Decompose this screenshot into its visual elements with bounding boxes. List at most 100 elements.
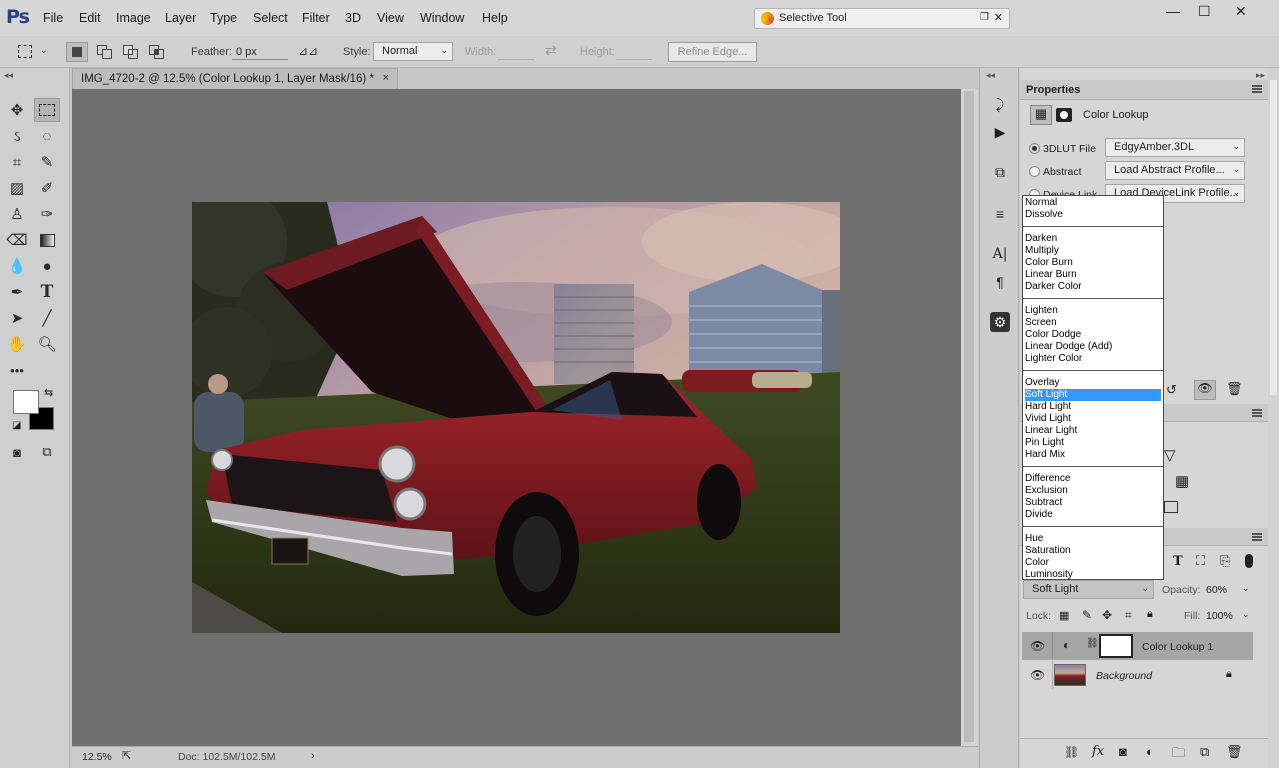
menu-view[interactable]: View bbox=[377, 11, 404, 25]
scrollbar-thumb[interactable] bbox=[964, 91, 974, 742]
type-filter-icon[interactable]: T bbox=[1173, 554, 1183, 569]
screen-mode-icon[interactable]: ⧉ bbox=[34, 440, 60, 464]
quick-select-tool-icon[interactable]: ◌ bbox=[34, 124, 60, 148]
blend-option[interactable]: Subtract bbox=[1025, 497, 1161, 509]
lock-pixels-icon[interactable]: ✎ bbox=[1082, 608, 1092, 622]
adjustment-grid-icon[interactable]: ▦ bbox=[1030, 105, 1052, 125]
shape-filter-icon[interactable]: ⛶ bbox=[1196, 553, 1205, 569]
blend-option[interactable]: Linear Dodge (Add) bbox=[1025, 341, 1161, 353]
actions-icon[interactable]: ▶ bbox=[990, 122, 1010, 142]
clone-source-icon[interactable]: ⧉ bbox=[990, 162, 1010, 182]
expand-icon[interactable]: ◂◂ bbox=[986, 70, 995, 81]
blend-option[interactable]: Pin Light bbox=[1025, 437, 1161, 449]
foreground-color-swatch[interactable] bbox=[13, 390, 39, 414]
visibility-icon[interactable]: 👁︎ bbox=[1194, 380, 1216, 400]
blend-option[interactable]: Hue bbox=[1025, 533, 1161, 545]
abstract-select[interactable]: Load Abstract Profile... ⌄ bbox=[1105, 161, 1245, 180]
blend-option[interactable]: Hard Light bbox=[1025, 401, 1161, 413]
panel-menu-icon[interactable] bbox=[1252, 409, 1262, 417]
chevron-down-icon[interactable]: ⌄ bbox=[1242, 609, 1250, 620]
refine-edge-button[interactable]: Refine Edge... bbox=[668, 42, 757, 62]
selective-tool-window[interactable]: Selective Tool ❐ ✕ bbox=[754, 8, 1010, 29]
blend-option[interactable]: Difference bbox=[1025, 473, 1161, 485]
blend-option[interactable]: Multiply bbox=[1025, 245, 1161, 257]
abstract-radio[interactable] bbox=[1029, 166, 1040, 177]
add-selection-button[interactable] bbox=[94, 42, 116, 62]
character-icon[interactable]: A| bbox=[990, 244, 1010, 264]
menu-file[interactable]: File bbox=[43, 11, 63, 25]
export-icon[interactable]: ⇱ bbox=[122, 749, 131, 762]
blend-option[interactable]: Normal bbox=[1025, 197, 1161, 209]
zoom-tool-icon[interactable]: 🔍︎ bbox=[34, 332, 60, 356]
document-tab[interactable]: IMG_4720-2 @ 12.5% (Color Lookup 1, Laye… bbox=[72, 68, 398, 89]
blend-option[interactable]: Hard Mix bbox=[1025, 449, 1161, 461]
blend-option[interactable]: Lighten bbox=[1025, 305, 1161, 317]
menu-image[interactable]: Image bbox=[116, 11, 151, 25]
tool-preset-picker[interactable]: ⌄ bbox=[14, 42, 52, 62]
layer-mask-thumbnail[interactable] bbox=[1099, 634, 1133, 658]
blend-option[interactable]: Saturation bbox=[1025, 545, 1161, 557]
canvas-scrollbar[interactable] bbox=[961, 89, 978, 746]
delete-layer-icon[interactable]: 🗑︎ bbox=[1226, 744, 1243, 760]
gradient-tool-icon[interactable] bbox=[34, 228, 60, 252]
eye-icon[interactable]: 👁︎ bbox=[1030, 668, 1045, 682]
crop-tool-icon[interactable]: ⌗ bbox=[4, 150, 30, 174]
new-layer-icon[interactable]: ⧉ bbox=[1200, 744, 1209, 760]
scrollbar-thumb[interactable] bbox=[1270, 80, 1277, 395]
brush-presets-icon[interactable]: ≡ bbox=[990, 204, 1010, 224]
menu-help[interactable]: Help bbox=[482, 11, 508, 25]
panel-menu-icon[interactable] bbox=[1252, 85, 1262, 93]
blur-tool-icon[interactable]: 💧 bbox=[4, 254, 30, 278]
blend-option-selected[interactable]: Soft Light bbox=[1025, 389, 1161, 401]
lut-select[interactable]: EdgyAmber.3DL ⌄ bbox=[1105, 138, 1245, 157]
layer-row-background[interactable]: 👁︎ Background 🔒︎ bbox=[1022, 661, 1253, 689]
blend-option[interactable]: Screen bbox=[1025, 317, 1161, 329]
mask-icon[interactable] bbox=[1056, 108, 1072, 122]
fill-value[interactable]: 100% bbox=[1206, 610, 1233, 622]
blend-option[interactable]: Vivid Light bbox=[1025, 413, 1161, 425]
layer-name[interactable]: Color Lookup 1 bbox=[1142, 641, 1213, 653]
menu-layer[interactable]: Layer bbox=[165, 11, 196, 25]
lasso-tool-icon[interactable]: ઽ bbox=[4, 124, 30, 148]
quick-mask-icon[interactable]: ◙ bbox=[4, 440, 30, 464]
menu-edit[interactable]: Edit bbox=[79, 11, 101, 25]
default-colors-icon[interactable]: ◪ bbox=[12, 420, 21, 431]
pen-tool-icon[interactable]: ✒ bbox=[4, 280, 30, 304]
menu-select[interactable]: Select bbox=[253, 11, 288, 25]
delete-icon[interactable]: 🗑︎ bbox=[1226, 381, 1243, 397]
healing-brush-tool-icon[interactable]: ▨ bbox=[4, 176, 30, 200]
link-layers-icon[interactable]: ⛓ bbox=[1064, 745, 1079, 759]
blend-option[interactable]: Linear Light bbox=[1025, 425, 1161, 437]
adjustment-layer-icon[interactable]: ◐ bbox=[1146, 744, 1154, 759]
blend-option[interactable]: Luminosity bbox=[1025, 569, 1161, 581]
chevron-down-icon[interactable]: ⌄ bbox=[1242, 583, 1250, 594]
line-tool-icon[interactable]: ╱ bbox=[34, 306, 60, 330]
selective-tool-plugin-icon[interactable]: ⚙ bbox=[990, 312, 1010, 332]
document-image[interactable] bbox=[192, 202, 840, 633]
reset-icon[interactable]: ↺ bbox=[1166, 382, 1177, 398]
close-icon[interactable]: ✕ bbox=[994, 11, 1003, 24]
blend-option[interactable]: Dissolve bbox=[1025, 209, 1161, 221]
chain-link-icon[interactable]: ⛓ bbox=[1086, 638, 1099, 649]
history-brush-tool-icon[interactable]: ✑ bbox=[34, 202, 60, 226]
hand-tool-icon[interactable]: ✋ bbox=[4, 332, 30, 356]
filter-toggle[interactable] bbox=[1245, 554, 1253, 568]
marquee-tool-icon[interactable] bbox=[34, 98, 60, 122]
lock-all-icon[interactable]: 🔒︎ bbox=[1147, 608, 1153, 621]
brush-tool-icon[interactable]: ✐ bbox=[34, 176, 60, 200]
lock-position-icon[interactable]: ✥ bbox=[1102, 608, 1112, 622]
paragraph-icon[interactable]: ¶ bbox=[990, 272, 1010, 292]
dodge-tool-icon[interactable]: ● bbox=[34, 254, 60, 278]
clone-stamp-tool-icon[interactable]: ♙ bbox=[4, 202, 30, 226]
subtract-selection-button[interactable] bbox=[120, 42, 142, 62]
blend-option[interactable]: Divide bbox=[1025, 509, 1161, 521]
lock-transparent-icon[interactable]: ▦ bbox=[1059, 609, 1069, 622]
add-mask-icon[interactable]: ◙ bbox=[1119, 744, 1127, 759]
chevron-right-icon[interactable]: › bbox=[311, 750, 315, 762]
menu-window[interactable]: Window bbox=[420, 11, 464, 25]
smart-object-filter-icon[interactable]: ⎘ bbox=[1220, 553, 1230, 569]
new-group-icon[interactable]: 🗀 bbox=[1172, 744, 1185, 766]
anti-alias-icon[interactable]: ⊿⊿ bbox=[298, 44, 318, 58]
blend-mode-select[interactable]: Soft Light ⌄ bbox=[1023, 580, 1154, 599]
blend-mode-dropdown[interactable]: Normal Dissolve Darken Multiply Color Bu… bbox=[1022, 195, 1164, 580]
